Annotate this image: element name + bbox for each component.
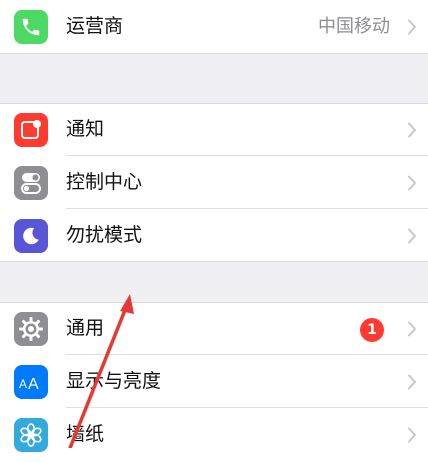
chevron-right-icon [408,19,416,35]
svg-text:A: A [19,377,27,391]
chevron-right-icon [408,321,416,337]
settings-row-display-brightness[interactable]: A A 显示与亮度 [0,355,428,408]
phone-icon [14,10,48,44]
settings-group-carrier: 运营商 中国移动 [0,0,428,54]
general-label: 通用 [66,317,105,339]
settings-row-do-not-disturb[interactable]: 勿扰模式 [0,209,428,262]
settings-row-notifications[interactable]: 通知 [0,103,428,156]
gear-icon [14,312,48,346]
divider [0,53,428,54]
chevron-right-icon [408,228,416,244]
chevron-right-icon [408,175,416,191]
control-center-label: 控制中心 [66,171,143,193]
chevron-right-icon [408,427,416,443]
notification-badge: 1 [360,318,384,342]
carrier-value: 中国移动 [318,16,390,37]
display-brightness-label: 显示与亮度 [66,370,162,392]
settings-row-wallpaper[interactable]: 墙纸 [0,408,428,461]
notifications-icon [14,113,48,147]
control-center-icon [14,166,48,200]
wallpaper-label: 墙纸 [66,423,105,445]
settings-group-notifications: 通知 控制中心 勿扰模式 [0,103,428,262]
notifications-label: 通知 [66,118,105,140]
settings-row-control-center[interactable]: 控制中心 [0,156,428,209]
settings-row-general[interactable]: 通用 1 [0,302,428,355]
svg-text:A: A [28,376,39,393]
settings-row-carrier[interactable]: 运营商 中国移动 [0,0,428,53]
wallpaper-flower-icon [14,418,48,452]
carrier-label: 运营商 [66,15,124,37]
chevron-right-icon [408,122,416,138]
settings-group-general: 通用 1 A A 显示与亮度 墙纸 [0,302,428,462]
chevron-right-icon [408,374,416,390]
display-brightness-icon: A A [14,365,48,399]
moon-icon [14,219,48,253]
do-not-disturb-label: 勿扰模式 [66,224,143,246]
